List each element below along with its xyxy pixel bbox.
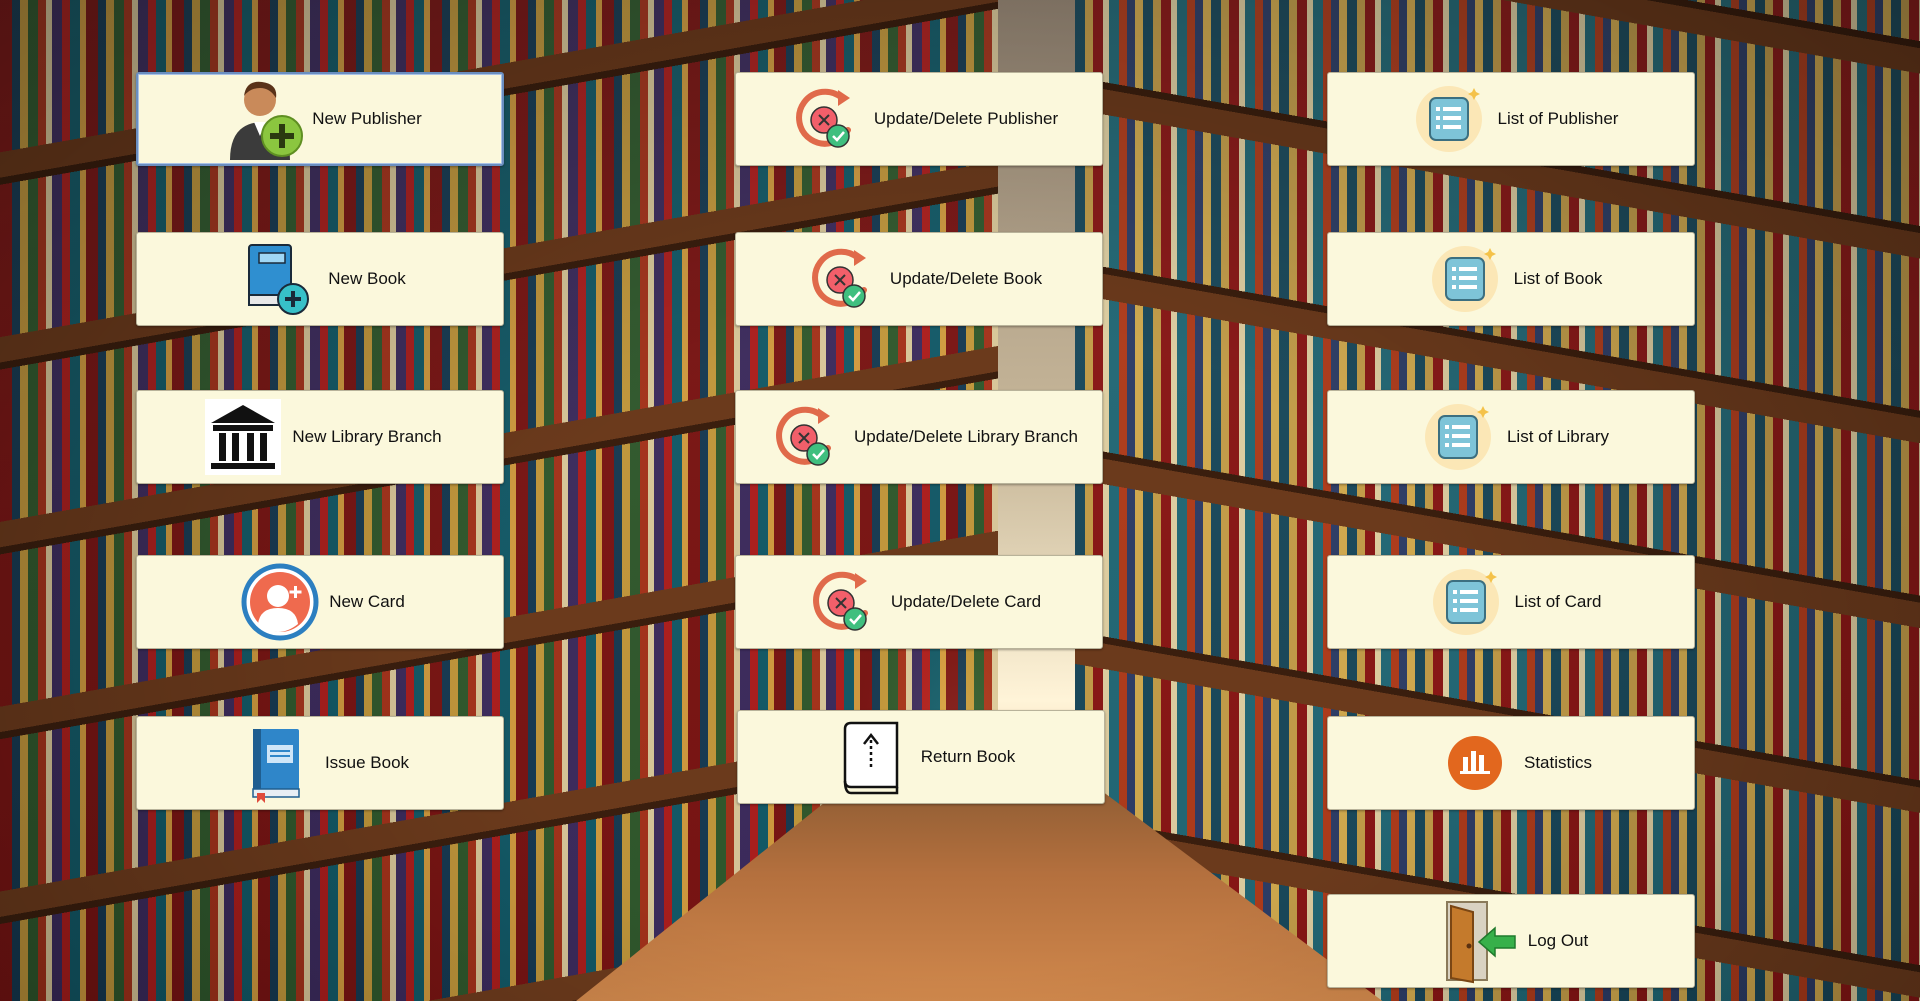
list-of-publisher-label: List of Publisher — [1497, 109, 1619, 128]
return-book-button[interactable]: Return Book — [737, 710, 1105, 804]
new-library-branch-button[interactable]: New Library Branch — [136, 390, 504, 484]
door-exit-icon — [1434, 896, 1524, 986]
log-out-button[interactable]: Log Out — [1327, 894, 1695, 988]
bar-chart-icon — [1430, 718, 1520, 808]
new-card-label: New Card — [329, 592, 405, 611]
update-delete-publisher-label: Update/Delete Publisher — [873, 109, 1059, 128]
new-card-button[interactable]: New Card — [136, 555, 504, 649]
list-icon — [1404, 74, 1494, 164]
issue-book-button[interactable]: Issue Book — [136, 716, 504, 810]
new-library-branch-label: New Library Branch — [292, 427, 442, 446]
update-delete-book-label: Update/Delete Book — [889, 269, 1043, 288]
update-delete-book-button[interactable]: Update/Delete Book — [735, 232, 1103, 326]
return-book-label: Return Book — [920, 747, 1016, 766]
update-delete-card-label: Update/Delete Card — [890, 592, 1042, 611]
list-of-publisher-button[interactable]: List of Publisher — [1327, 72, 1695, 166]
statistics-button[interactable]: Statistics — [1327, 716, 1695, 810]
list-icon — [1421, 557, 1511, 647]
update-delete-library-branch-label: Update/Delete Library Branch — [854, 427, 1078, 446]
log-out-label: Log Out — [1527, 931, 1589, 950]
refresh-delete-check-icon — [760, 392, 850, 482]
update-delete-publisher-button[interactable]: Update/Delete Publisher — [735, 72, 1103, 166]
new-book-button[interactable]: New Book — [136, 232, 504, 326]
blue-book-icon — [231, 718, 321, 808]
update-delete-card-button[interactable]: Update/Delete Card — [735, 555, 1103, 649]
refresh-delete-check-icon — [780, 74, 870, 164]
update-delete-library-branch-button[interactable]: Update/Delete Library Branch — [735, 390, 1103, 484]
list-icon — [1420, 234, 1510, 324]
new-book-label: New Book — [328, 269, 406, 288]
refresh-delete-check-icon — [796, 234, 886, 324]
statistics-label: Statistics — [1523, 753, 1593, 772]
person-add-icon — [218, 74, 308, 164]
issue-book-label: Issue Book — [324, 753, 410, 772]
bank-building-icon — [198, 392, 288, 482]
list-of-library-label: List of Library — [1506, 427, 1610, 446]
refresh-delete-check-icon — [797, 557, 887, 647]
new-publisher-button[interactable]: New Publisher — [136, 72, 504, 166]
user-card-icon — [235, 557, 325, 647]
list-of-library-button[interactable]: List of Library — [1327, 390, 1695, 484]
new-publisher-label: New Publisher — [312, 109, 422, 128]
book-upload-icon — [827, 712, 917, 802]
book-add-icon — [234, 234, 324, 324]
list-of-book-label: List of Book — [1513, 269, 1603, 288]
list-of-card-label: List of Card — [1514, 592, 1602, 611]
list-icon — [1413, 392, 1503, 482]
list-of-card-button[interactable]: List of Card — [1327, 555, 1695, 649]
list-of-book-button[interactable]: List of Book — [1327, 232, 1695, 326]
